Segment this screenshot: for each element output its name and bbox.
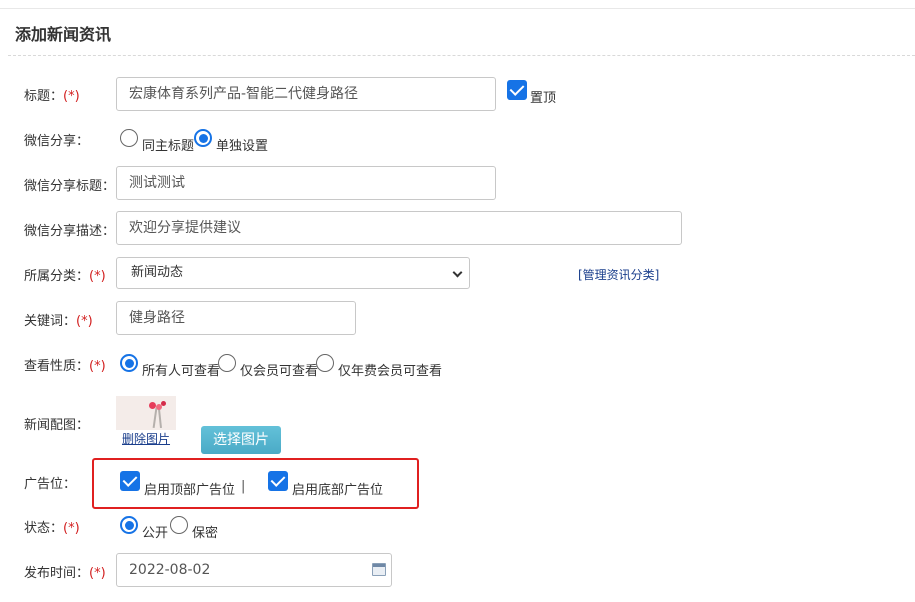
status-public-radio[interactable] [120, 516, 138, 534]
ad-slot-label: 广告位： [24, 477, 77, 492]
publish-time-value: 2022-08-02 [129, 562, 211, 578]
page-title: 添加新闻资讯 [15, 25, 112, 44]
ad-bottom-label: 启用底部广告位 [292, 483, 384, 498]
visibility-members-radio[interactable] [218, 354, 236, 372]
publish-time-input[interactable]: 2022-08-02 [116, 553, 392, 587]
delete-image-link[interactable]: 删除图片 [122, 430, 170, 447]
calendar-icon[interactable] [372, 563, 386, 576]
title-input[interactable]: 宏康体育系列产品-智能二代健身路径 [116, 77, 496, 111]
flower-bloom [149, 402, 156, 409]
category-selected-value: 新闻动态 [131, 265, 184, 280]
required-mark: (*) [89, 566, 106, 581]
choose-image-button[interactable]: 选择图片 [201, 426, 281, 454]
ad-bottom-checkbox[interactable] [268, 471, 288, 491]
wechat-share-label: 微信分享： [24, 134, 90, 149]
ad-top-checkbox[interactable] [120, 471, 140, 491]
status-public-label: 公开 [142, 526, 169, 541]
chevron-down-icon [452, 267, 463, 278]
pin-top-checkbox[interactable] [507, 80, 527, 100]
visibility-members-label: 仅会员可查看 [240, 364, 319, 379]
publish-time-label: 发布时间：(*) [24, 566, 106, 581]
keywords-label: 关键词：(*) [24, 314, 93, 329]
wechat-share-custom-label: 单独设置 [216, 139, 269, 154]
wechat-share-title-label: 微信分享标题： [24, 179, 116, 194]
status-private-radio[interactable] [170, 516, 188, 534]
category-select[interactable]: 新闻动态 [116, 257, 470, 289]
wechat-share-same-radio[interactable] [120, 129, 138, 147]
visibility-annual-radio[interactable] [316, 354, 334, 372]
title-label: 标题：(*) [24, 89, 80, 104]
status-private-label: 保密 [192, 526, 219, 541]
visibility-label: 查看性质：(*) [24, 359, 106, 374]
manage-category-link[interactable]: [管理资讯分类] [578, 266, 659, 283]
visibility-annual-label: 仅年费会员可查看 [338, 364, 443, 379]
visibility-all-label: 所有人可查看 [142, 364, 221, 379]
required-mark: (*) [89, 269, 106, 284]
news-image-label: 新闻配图： [24, 418, 90, 433]
status-label: 状态：(*) [24, 521, 80, 536]
ad-top-label: 启用顶部广告位 [144, 483, 236, 498]
pin-top-label: 置顶 [530, 91, 557, 106]
wechat-share-same-label: 同主标题 [142, 139, 195, 154]
ad-separator: | [241, 479, 246, 494]
wechat-share-title-input[interactable]: 测试测试 [116, 166, 496, 200]
flower-stem [158, 408, 162, 429]
wechat-share-custom-radio[interactable] [194, 129, 212, 147]
title-divider [8, 55, 915, 56]
flower-stem [152, 407, 158, 429]
category-label: 所属分类：(*) [24, 269, 106, 284]
required-mark: (*) [63, 89, 80, 104]
flower-bloom [161, 401, 166, 406]
wechat-share-desc-input[interactable]: 欢迎分享提供建议 [116, 211, 682, 245]
required-mark: (*) [76, 314, 93, 329]
required-mark: (*) [63, 521, 80, 536]
visibility-all-radio[interactable] [120, 354, 138, 372]
wechat-share-desc-label: 微信分享描述： [24, 224, 116, 239]
news-image-thumbnail [116, 396, 176, 430]
keywords-input[interactable]: 健身路径 [116, 301, 356, 335]
required-mark: (*) [89, 359, 106, 374]
